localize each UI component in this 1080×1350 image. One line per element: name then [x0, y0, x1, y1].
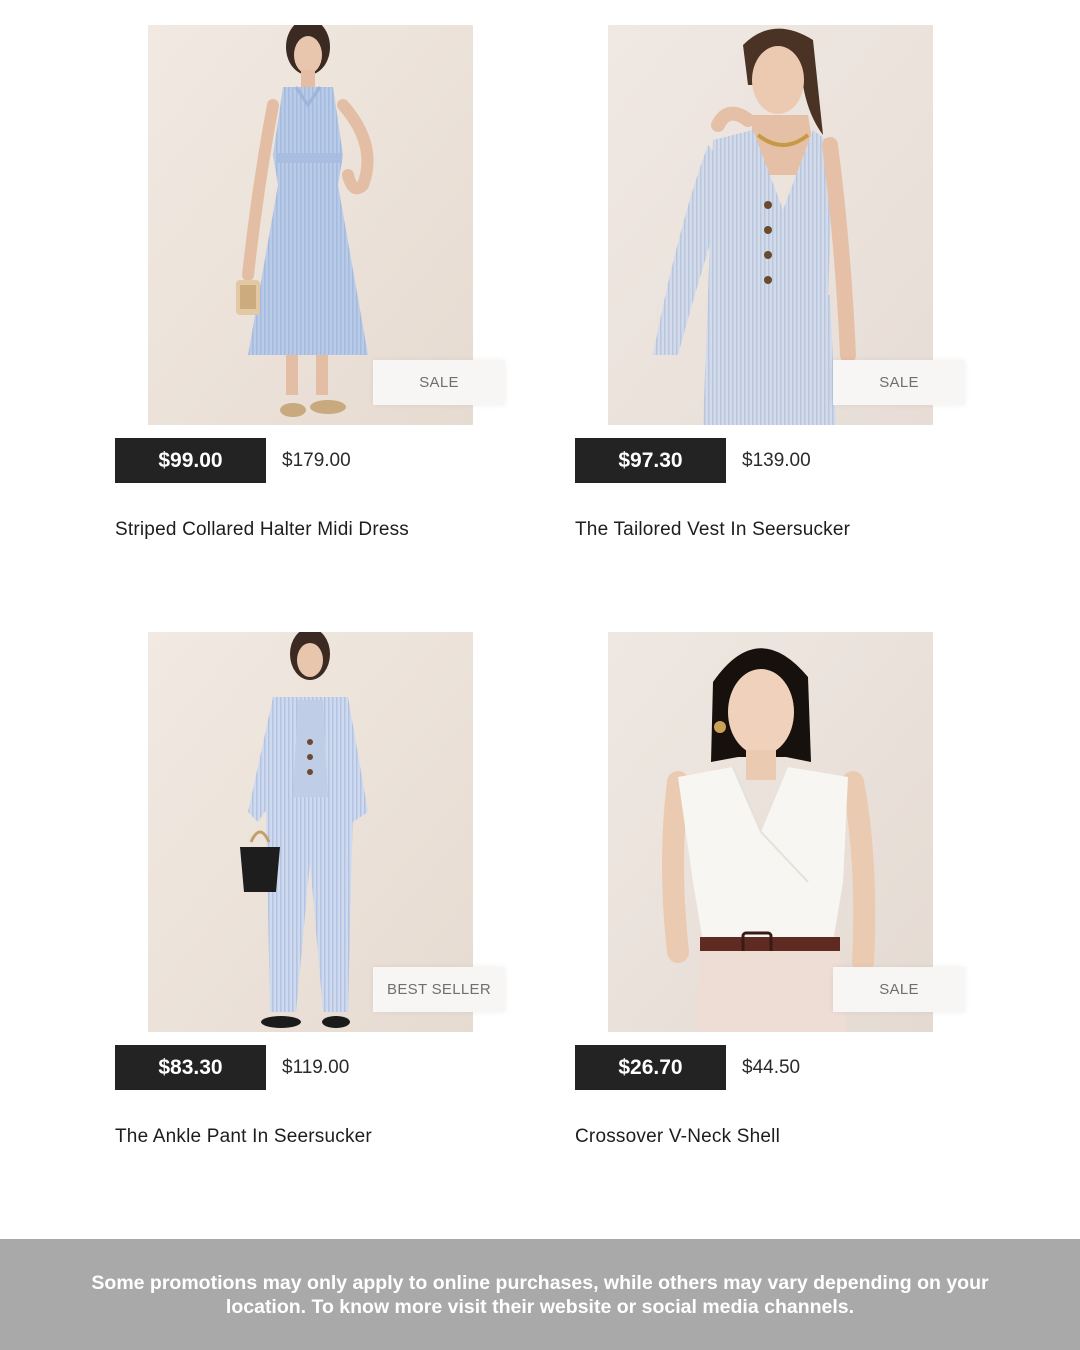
- product-name[interactable]: Striped Collared Halter Midi Dress: [115, 519, 409, 541]
- product-name[interactable]: Crossover V-Neck Shell: [575, 1126, 780, 1148]
- product-grid-page: SALE $99.00 $179.00 Striped Collared Hal…: [0, 0, 1080, 1350]
- product-name[interactable]: The Ankle Pant In Seersucker: [115, 1126, 372, 1148]
- original-price: $139.00: [742, 449, 811, 471]
- badge-label: SALE: [833, 967, 965, 1012]
- footer-disclaimer-bar: Some promotions may only apply to online…: [0, 1239, 1080, 1350]
- sale-price: $83.30: [115, 1045, 266, 1090]
- sale-price: $26.70: [575, 1045, 726, 1090]
- sale-price: $99.00: [115, 438, 266, 483]
- price-row: $99.00 $179.00: [115, 438, 351, 483]
- sale-price: $97.30: [575, 438, 726, 483]
- badge-label: SALE: [833, 360, 965, 405]
- original-price: $179.00: [282, 449, 351, 471]
- price-row: $97.30 $139.00: [575, 438, 811, 483]
- original-price: $44.50: [742, 1056, 801, 1078]
- product-name[interactable]: The Tailored Vest In Seersucker: [575, 519, 850, 541]
- original-price: $119.00: [282, 1056, 350, 1078]
- price-row: $26.70 $44.50: [575, 1045, 800, 1090]
- price-row: $83.30 $119.00: [115, 1045, 349, 1090]
- footer-disclaimer: Some promotions may only apply to online…: [91, 1271, 989, 1318]
- badge-label: SALE: [373, 360, 505, 405]
- badge-label: BEST SELLER: [373, 967, 505, 1012]
